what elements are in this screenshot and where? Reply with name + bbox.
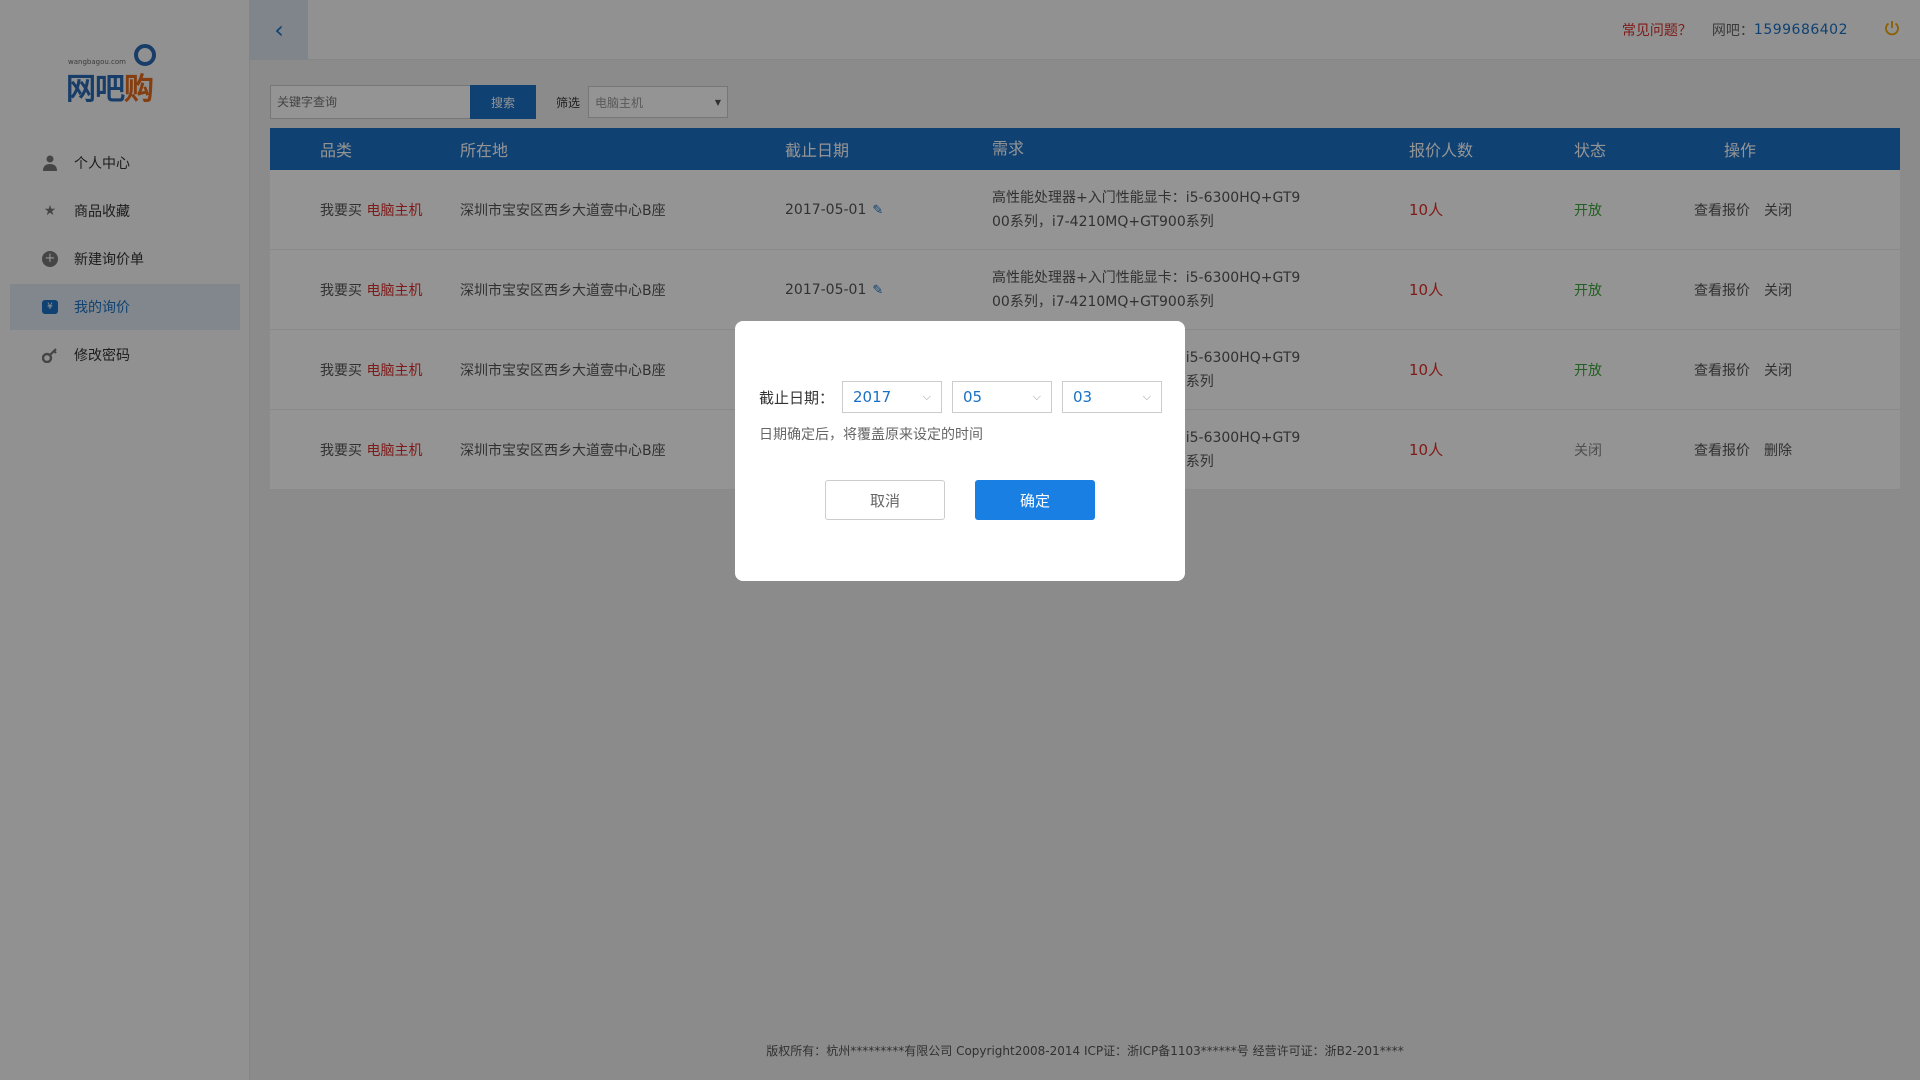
date-picker-row: 截止日期： 2017 ⌵ 05 ⌵ 03 ⌵	[759, 381, 1172, 413]
month-select[interactable]: 05 ⌵	[952, 381, 1053, 413]
day-value: 03	[1073, 388, 1093, 406]
year-value: 2017	[853, 388, 892, 406]
cancel-button[interactable]: 取消	[825, 480, 945, 520]
deadline-dialog: 截止日期： 2017 ⌵ 05 ⌵ 03 ⌵ 日期确定后，将覆盖原来设定的时间 …	[735, 321, 1185, 581]
chevron-down-icon: ⌵	[1142, 390, 1152, 403]
day-select[interactable]: 03 ⌵	[1062, 381, 1163, 413]
chevron-down-icon: ⌵	[1032, 390, 1042, 403]
app-root: wangbagou.com 网吧购 个人中心 ★ 商品收藏 + 新建询价单 ¥ …	[0, 0, 1920, 1080]
chevron-down-icon: ⌵	[922, 390, 932, 403]
year-select[interactable]: 2017 ⌵	[842, 381, 943, 413]
confirm-button[interactable]: 确定	[975, 480, 1095, 520]
override-note: 日期确定后，将覆盖原来设定的时间	[759, 427, 983, 443]
deadline-label: 截止日期：	[759, 388, 835, 407]
month-value: 05	[963, 388, 983, 406]
